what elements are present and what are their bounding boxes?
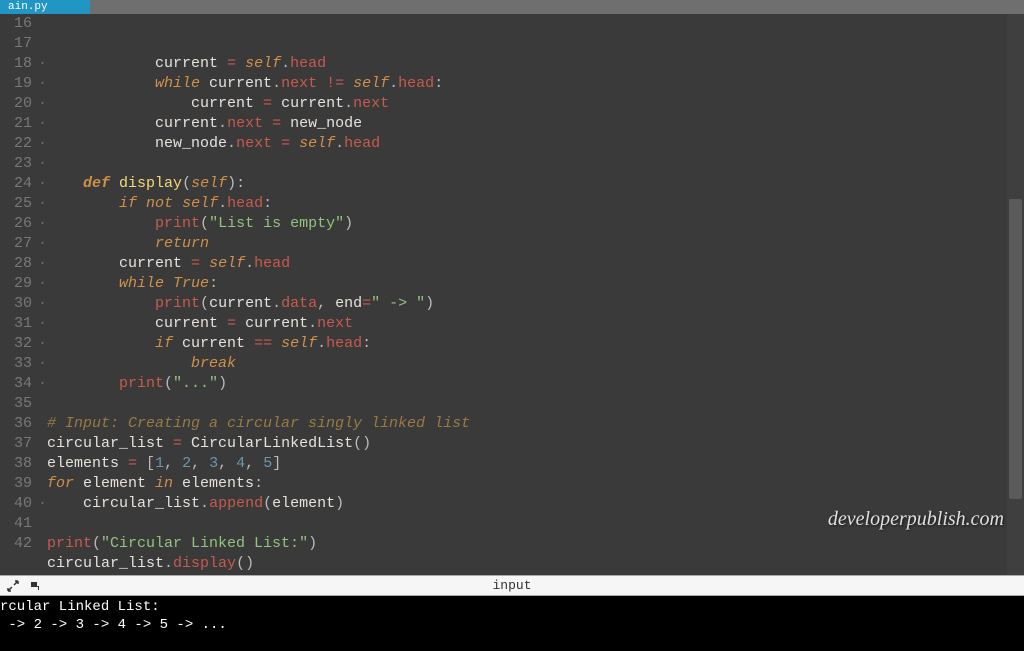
line-number: 42: [0, 534, 32, 554]
code-line[interactable]: · circular_list.append(element): [38, 494, 1024, 514]
code-line[interactable]: · print("List is empty"): [38, 214, 1024, 234]
fold-indicator: ·: [38, 174, 47, 194]
code-line[interactable]: [38, 394, 1024, 414]
line-number: 37: [0, 434, 32, 454]
line-number: 16: [0, 14, 32, 34]
line-number: 31: [0, 314, 32, 334]
line-number: 19: [0, 74, 32, 94]
fold-indicator: ·: [38, 94, 47, 114]
line-number: 18: [0, 54, 32, 74]
file-tab[interactable]: ain.py: [0, 0, 90, 14]
line-number: 25: [0, 194, 32, 214]
fold-indicator: ·: [38, 154, 47, 174]
code-line[interactable]: · def display(self):: [38, 174, 1024, 194]
line-number: 30: [0, 294, 32, 314]
code-line[interactable]: ·: [38, 154, 1024, 174]
line-number: 22: [0, 134, 32, 154]
code-line[interactable]: circular_list = CircularLinkedList(): [38, 434, 1024, 454]
line-number: 38: [0, 454, 32, 474]
line-number: 34: [0, 374, 32, 394]
fold-indicator: ·: [38, 494, 47, 514]
fold-indicator: ·: [38, 134, 47, 154]
fold-indicator: ·: [38, 254, 47, 274]
terminal-line: rcular Linked List:: [0, 598, 1024, 616]
line-number: 41: [0, 514, 32, 534]
code-line[interactable]: · while True:: [38, 274, 1024, 294]
code-line[interactable]: · break: [38, 354, 1024, 374]
fold-indicator: ·: [38, 74, 47, 94]
code-line[interactable]: [38, 514, 1024, 534]
code-area[interactable]: · current = self.head· while current.nex…: [38, 14, 1024, 575]
code-line[interactable]: · while current.next != self.head:: [38, 74, 1024, 94]
fold-indicator: ·: [38, 374, 47, 394]
fold-indicator: ·: [38, 354, 47, 374]
fold-indicator: ·: [38, 314, 47, 334]
vertical-scrollbar[interactable]: [1007, 14, 1024, 575]
fold-indicator: ·: [38, 234, 47, 254]
fold-indicator: [38, 394, 47, 414]
code-line[interactable]: · current = current.next: [38, 94, 1024, 114]
fold-indicator: [38, 454, 47, 474]
fold-indicator: [38, 474, 47, 494]
code-line[interactable]: · return: [38, 234, 1024, 254]
line-number: 33: [0, 354, 32, 374]
fold-indicator: [38, 534, 47, 554]
terminal-line: -> 2 -> 3 -> 4 -> 5 -> ...: [0, 616, 1024, 634]
expand-icon[interactable]: [6, 579, 20, 593]
fold-indicator: ·: [38, 214, 47, 234]
line-number: 27: [0, 234, 32, 254]
code-line[interactable]: · current = current.next: [38, 314, 1024, 334]
line-number: 23: [0, 154, 32, 174]
code-line[interactable]: · print(current.data, end=" -> "): [38, 294, 1024, 314]
code-line[interactable]: print("Circular Linked List:"): [38, 534, 1024, 554]
line-number: 40: [0, 494, 32, 514]
line-number: 36: [0, 414, 32, 434]
line-number: 26: [0, 214, 32, 234]
fold-indicator: ·: [38, 194, 47, 214]
code-line[interactable]: · current.next = new_node: [38, 114, 1024, 134]
code-line[interactable]: · current = self.head: [38, 254, 1024, 274]
fold-indicator: [38, 514, 47, 534]
line-number: 35: [0, 394, 32, 414]
fold-indicator: [38, 434, 47, 454]
line-number: 21: [0, 114, 32, 134]
console-tab-label[interactable]: input: [492, 578, 531, 593]
line-number: 24: [0, 174, 32, 194]
code-line[interactable]: # Input: Creating a circular singly link…: [38, 414, 1024, 434]
line-number: 39: [0, 474, 32, 494]
code-line[interactable]: circular_list.display(): [38, 554, 1024, 574]
fold-indicator: ·: [38, 54, 47, 74]
code-line[interactable]: · current = self.head: [38, 54, 1024, 74]
code-editor[interactable]: 1617181920212223242526272829303132333435…: [0, 14, 1024, 575]
tab-bar: ain.py: [0, 0, 1024, 14]
code-line[interactable]: · print("..."): [38, 374, 1024, 394]
line-number: 32: [0, 334, 32, 354]
code-line[interactable]: · new_node.next = self.head: [38, 134, 1024, 154]
fold-indicator: ·: [38, 274, 47, 294]
console-toolbar: input: [0, 575, 1024, 596]
code-line[interactable]: · if current == self.head:: [38, 334, 1024, 354]
line-number: 17: [0, 34, 32, 54]
fold-indicator: ·: [38, 114, 47, 134]
paint-icon[interactable]: [28, 579, 42, 593]
code-line[interactable]: · if not self.head:: [38, 194, 1024, 214]
line-number: 28: [0, 254, 32, 274]
code-line[interactable]: elements = [1, 2, 3, 4, 5]: [38, 454, 1024, 474]
line-number: 29: [0, 274, 32, 294]
scrollbar-thumb[interactable]: [1009, 199, 1022, 499]
line-number-gutter: 1617181920212223242526272829303132333435…: [0, 14, 38, 575]
terminal-output[interactable]: rcular Linked List: -> 2 -> 3 -> 4 -> 5 …: [0, 596, 1024, 651]
line-number: 20: [0, 94, 32, 114]
fold-indicator: ·: [38, 334, 47, 354]
fold-indicator: [38, 414, 47, 434]
fold-indicator: [38, 554, 47, 574]
code-line[interactable]: for element in elements:: [38, 474, 1024, 494]
fold-indicator: ·: [38, 294, 47, 314]
